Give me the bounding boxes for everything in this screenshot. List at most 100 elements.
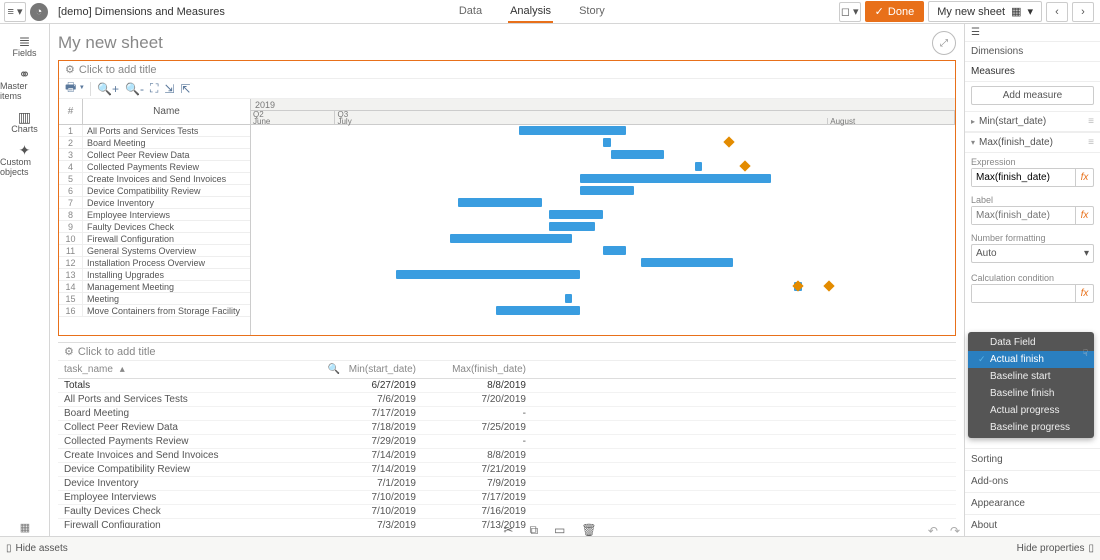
gantt-bar[interactable] bbox=[641, 258, 733, 267]
rail-custom-objects[interactable]: ✦Custom objects bbox=[0, 142, 49, 178]
zoom-in-icon[interactable]: 🔍+ bbox=[97, 82, 119, 96]
gantt-row[interactable]: 1All Ports and Services Tests bbox=[59, 125, 250, 137]
table-row[interactable]: Device Inventory7/1/20197/9/2019 bbox=[58, 477, 956, 491]
gantt-bar[interactable] bbox=[565, 294, 573, 303]
gantt-bar[interactable] bbox=[458, 198, 542, 207]
rail-bottom-icon[interactable]: ▦ bbox=[0, 521, 50, 534]
section-sorting[interactable]: Sorting bbox=[965, 448, 1100, 470]
popup-option[interactable]: ✓Actual finish bbox=[968, 351, 1094, 368]
table-row[interactable]: All Ports and Services Tests7/6/20197/20… bbox=[58, 393, 956, 407]
popup-option[interactable]: Actual progress bbox=[968, 402, 1094, 419]
tab-data[interactable]: Data bbox=[457, 1, 484, 23]
rail-charts-label: Charts bbox=[11, 124, 38, 134]
gantt-row-name: Device Inventory bbox=[83, 197, 250, 208]
popup-option[interactable]: Baseline finish bbox=[968, 385, 1094, 402]
gantt-row[interactable]: 13Installing Upgrades bbox=[59, 269, 250, 281]
prev-sheet-button[interactable]: ‹ bbox=[1046, 2, 1068, 22]
gantt-bar[interactable] bbox=[519, 126, 626, 135]
table-row[interactable]: Employee Interviews7/10/20197/17/2019 bbox=[58, 491, 956, 505]
gantt-row[interactable]: 16Move Containers from Storage Facility bbox=[59, 305, 250, 317]
popup-option[interactable]: Data Field bbox=[968, 334, 1094, 351]
table-col-start[interactable]: 🔍Min(start_date) bbox=[318, 364, 428, 375]
gantt-bar[interactable] bbox=[396, 270, 580, 279]
app-icon[interactable]: ◔ bbox=[30, 3, 48, 21]
popup-option[interactable]: Baseline start bbox=[968, 368, 1094, 385]
gantt-bar[interactable] bbox=[580, 186, 634, 195]
gantt-bar[interactable] bbox=[603, 246, 626, 255]
gantt-row[interactable]: 10Firewall Configuration bbox=[59, 233, 250, 245]
tab-analysis[interactable]: Analysis bbox=[508, 1, 553, 23]
hide-assets-toggle[interactable]: ▯Hide assets bbox=[6, 543, 68, 554]
menu-button[interactable]: ≡ ▾ bbox=[4, 2, 26, 22]
next-sheet-button[interactable]: › bbox=[1072, 2, 1094, 22]
gantt-row[interactable]: 4Collected Payments Review bbox=[59, 161, 250, 173]
fx-button[interactable]: fx bbox=[1075, 169, 1093, 186]
gantt-bar[interactable] bbox=[603, 138, 611, 147]
add-measure-button[interactable]: Add measure bbox=[971, 86, 1094, 105]
done-button[interactable]: ✓ Done bbox=[865, 1, 925, 22]
measure-max-finish-date[interactable]: ▾Max(finish_date)≡ bbox=[965, 132, 1100, 153]
section-appearance[interactable]: Appearance bbox=[965, 492, 1100, 514]
section-addons[interactable]: Add-ons bbox=[965, 470, 1100, 492]
popup-option[interactable]: Baseline progress bbox=[968, 419, 1094, 436]
gantt-bar[interactable] bbox=[549, 222, 595, 231]
gantt-bar[interactable] bbox=[549, 210, 603, 219]
gantt-row[interactable]: 5Create Invoices and Send Invoices bbox=[59, 173, 250, 185]
section-measures[interactable]: Measures bbox=[965, 62, 1100, 82]
calc-condition-input[interactable] bbox=[972, 285, 1075, 302]
table-row[interactable]: Create Invoices and Send Invoices7/14/20… bbox=[58, 449, 956, 463]
label-input[interactable] bbox=[972, 207, 1075, 224]
gantt-bar[interactable] bbox=[450, 234, 572, 243]
expression-input[interactable] bbox=[972, 169, 1075, 186]
section-dimensions[interactable]: Dimensions bbox=[965, 42, 1100, 62]
number-formatting-select[interactable]: Auto ▾ bbox=[971, 244, 1094, 263]
sheet-title[interactable]: My new sheet bbox=[58, 33, 163, 53]
table-col-name[interactable]: task_name ▴ bbox=[58, 364, 318, 375]
bookmark-button[interactable]: ◻ ▾ bbox=[839, 2, 861, 22]
table-row[interactable]: Collect Peer Review Data7/18/20197/25/20… bbox=[58, 421, 956, 435]
table-chart[interactable]: ⚙ Click to add title task_name ▴ 🔍Min(st… bbox=[58, 342, 956, 528]
expand-all-icon[interactable]: ⇲ bbox=[164, 82, 174, 96]
gantt-row[interactable]: 14Management Meeting bbox=[59, 281, 250, 293]
table-col-finish[interactable]: Max(finish_date) bbox=[428, 364, 538, 375]
zoom-out-icon[interactable]: 🔍- bbox=[125, 82, 144, 96]
search-icon[interactable]: 🔍 bbox=[328, 364, 340, 375]
table-row[interactable]: Collected Payments Review7/29/2019- bbox=[58, 435, 956, 449]
gantt-bar[interactable] bbox=[496, 306, 580, 315]
print-icon[interactable]: 🖶 ▾ bbox=[65, 78, 84, 99]
hide-properties-toggle[interactable]: Hide properties▯ bbox=[1017, 543, 1094, 554]
gantt-bar[interactable] bbox=[611, 150, 665, 159]
fx-button[interactable]: fx bbox=[1075, 285, 1093, 302]
rail-charts[interactable]: ▥Charts bbox=[0, 104, 49, 140]
gantt-row[interactable]: 15Meeting bbox=[59, 293, 250, 305]
table-row[interactable]: Faulty Devices Check7/10/20197/16/2019 bbox=[58, 505, 956, 519]
table-title-placeholder[interactable]: ⚙ Click to add title bbox=[58, 343, 956, 361]
gantt-row[interactable]: 9Faulty Devices Check bbox=[59, 221, 250, 233]
tab-story[interactable]: Story bbox=[577, 1, 607, 23]
table-type-icon[interactable]: ☰ bbox=[971, 27, 980, 38]
sheet-selector[interactable]: My new sheet ▦ ▾ bbox=[928, 1, 1042, 22]
gantt-bar[interactable] bbox=[580, 174, 771, 183]
gantt-row-name: Faulty Devices Check bbox=[83, 221, 250, 232]
gantt-bar[interactable] bbox=[695, 162, 703, 171]
chart-title-placeholder[interactable]: ⚙ Click to add title bbox=[59, 61, 955, 79]
gantt-row[interactable]: 2Board Meeting bbox=[59, 137, 250, 149]
collapse-all-icon[interactable]: ⇱ bbox=[180, 82, 190, 96]
table-row[interactable]: Device Compatibility Review7/14/20197/21… bbox=[58, 463, 956, 477]
rail-master-items[interactable]: ⚭Master items bbox=[0, 66, 49, 102]
fx-button[interactable]: fx bbox=[1075, 207, 1093, 224]
rail-fields[interactable]: ≣Fields bbox=[0, 28, 49, 64]
section-about[interactable]: About bbox=[965, 514, 1100, 536]
zoom-fit-icon[interactable]: ⛶ bbox=[150, 81, 158, 96]
gantt-chart[interactable]: ⚙ Click to add title 🖶 ▾ 🔍+ 🔍- ⛶ ⇲ ⇱ # N… bbox=[58, 60, 956, 336]
gantt-row[interactable]: 8Employee Interviews bbox=[59, 209, 250, 221]
gantt-row[interactable]: 12Installation Process Overview bbox=[59, 257, 250, 269]
gantt-row[interactable]: 6Device Compatibility Review bbox=[59, 185, 250, 197]
expand-button[interactable]: ⤢ bbox=[932, 31, 956, 55]
table-row[interactable]: Board Meeting7/17/2019- bbox=[58, 407, 956, 421]
measure-min-start-date[interactable]: ▸Min(start_date)≡ bbox=[965, 111, 1100, 132]
gantt-row[interactable]: 11General Systems Overview bbox=[59, 245, 250, 257]
data-field-popup[interactable]: ☟ Data Field✓Actual finishBaseline start… bbox=[968, 332, 1094, 438]
gantt-row[interactable]: 7Device Inventory bbox=[59, 197, 250, 209]
gantt-row[interactable]: 3Collect Peer Review Data bbox=[59, 149, 250, 161]
